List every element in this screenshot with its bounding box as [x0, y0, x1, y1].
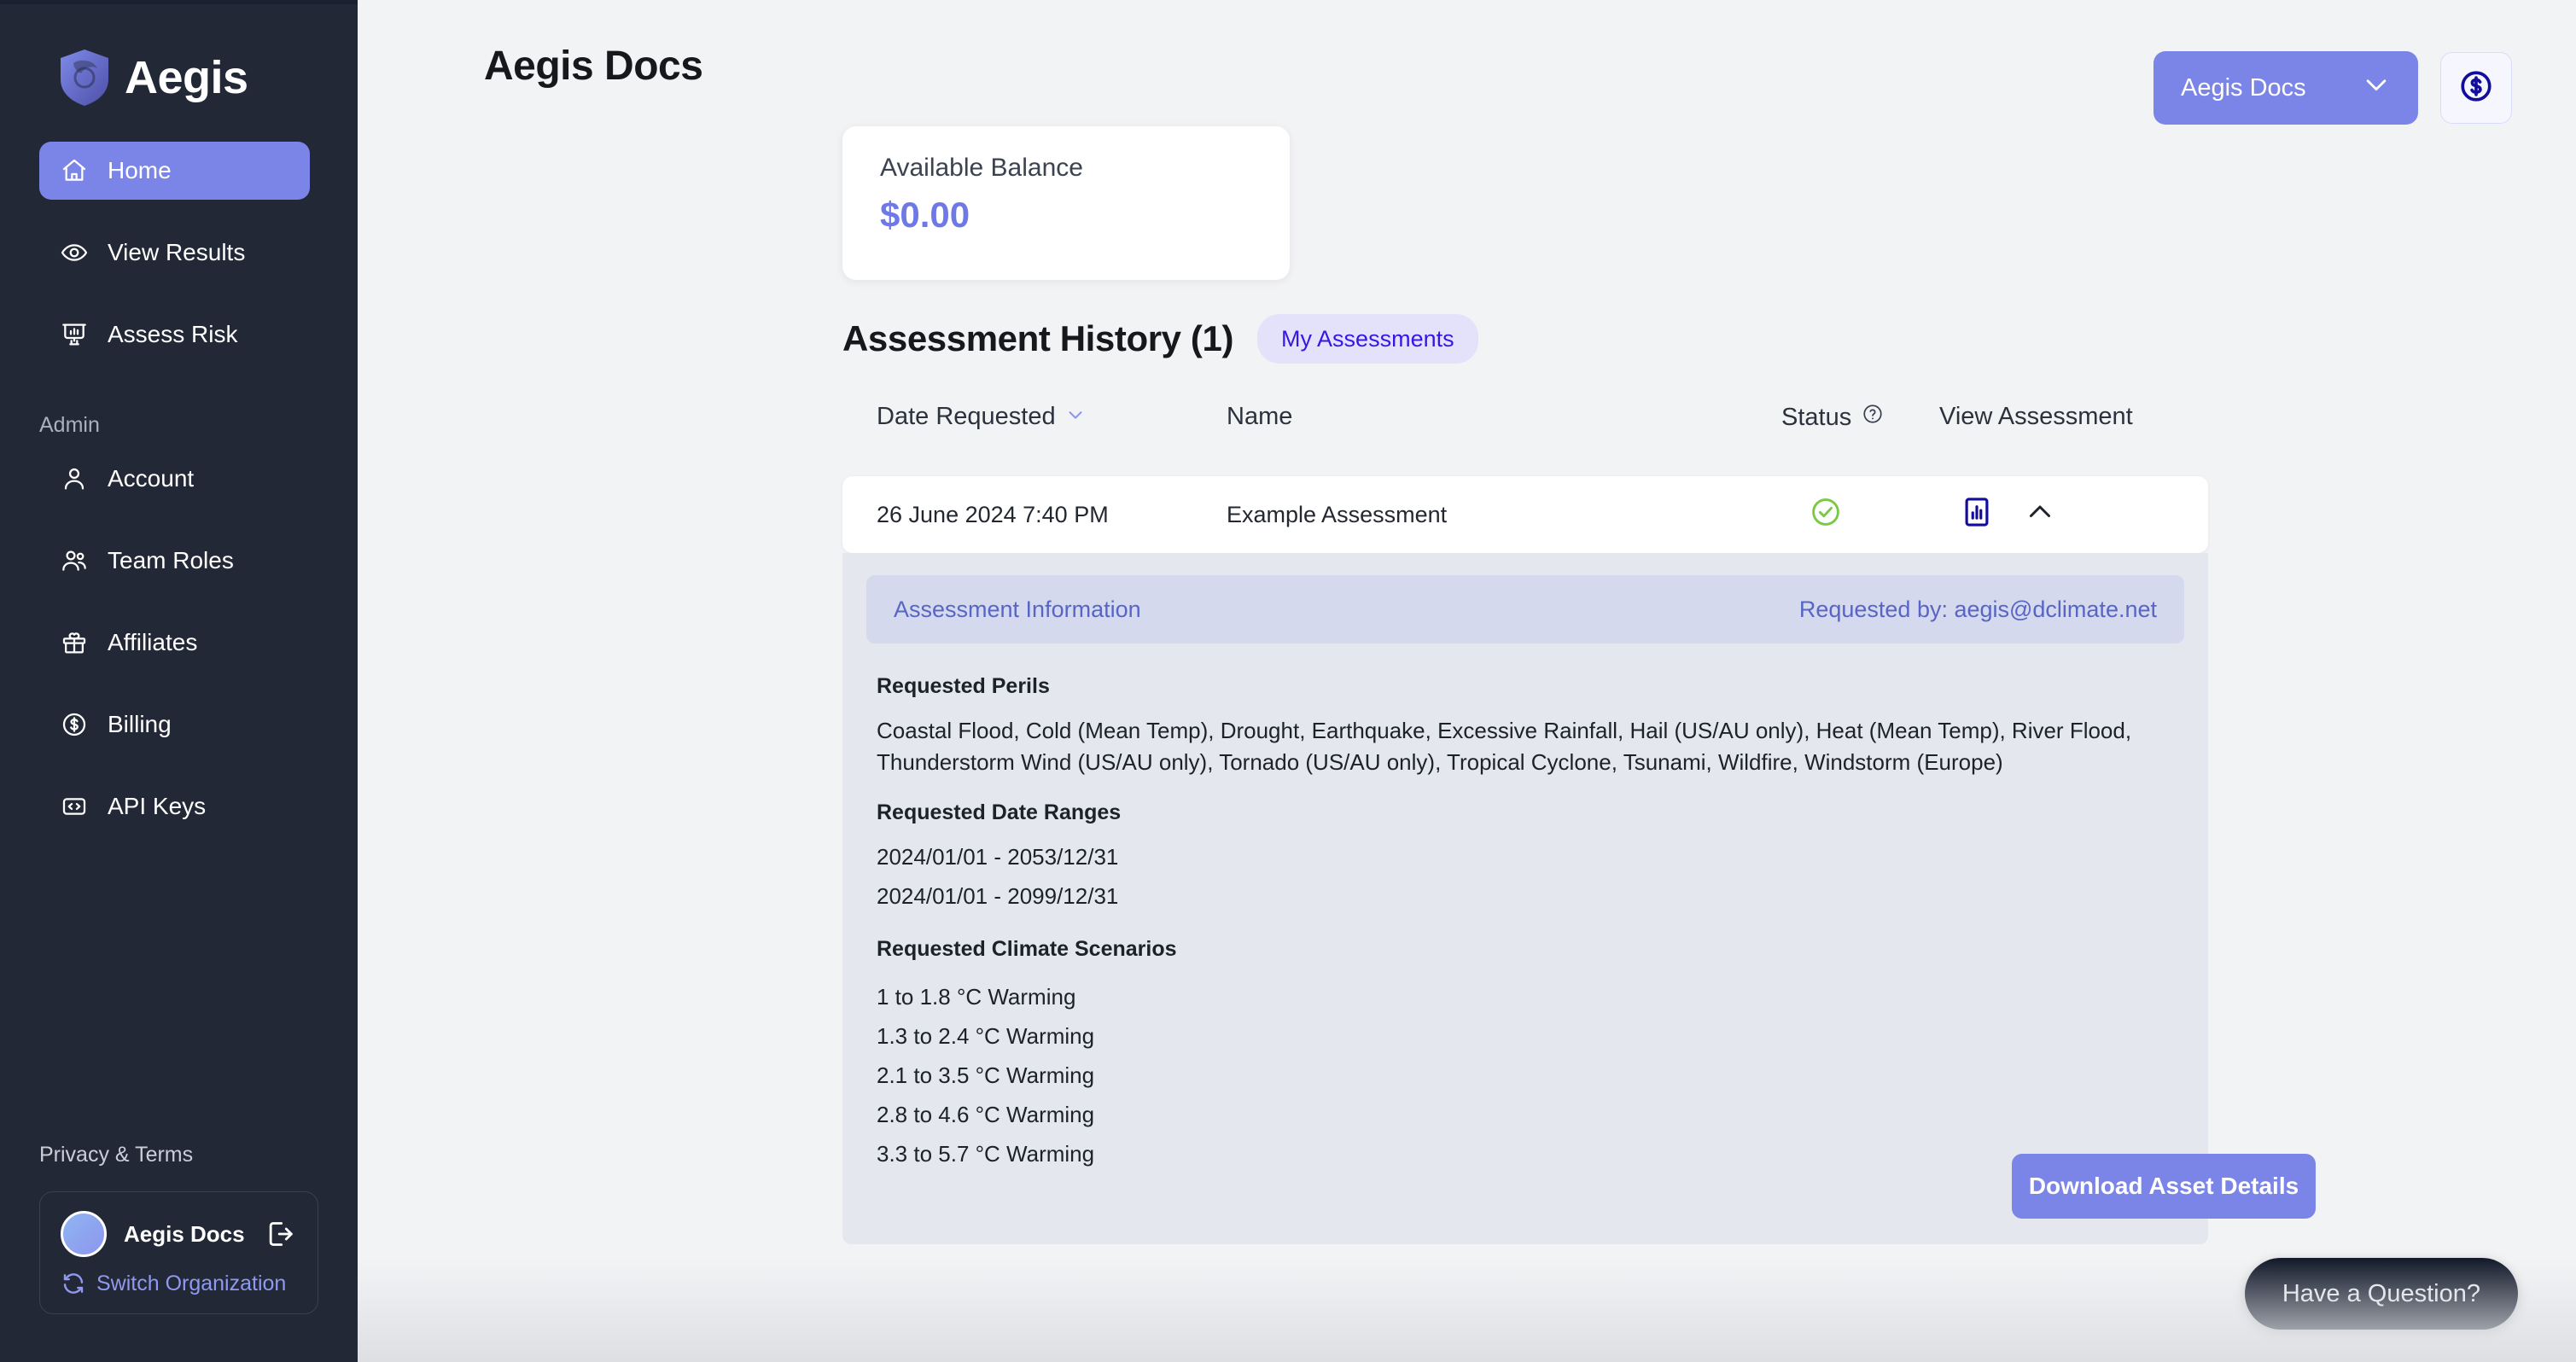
sidebar-nav-admin: Account Team Roles Affiliates Billing AP… — [0, 450, 358, 835]
brand-name: Aegis — [125, 52, 248, 103]
available-balance-value: $0.00 — [880, 195, 970, 235]
date-range-item: 2024/01/01 - 2099/12/31 — [877, 883, 1119, 909]
table-row[interactable]: 26 June 2024 7:40 PM Example Assessment — [842, 476, 2208, 553]
available-balance-card: Available Balance $0.00 — [842, 126, 1290, 280]
sidebar-item-label: Account — [108, 465, 195, 492]
scenario-item: 2.8 to 4.6 °C Warming — [877, 1102, 1095, 1127]
gift-icon — [60, 628, 89, 657]
organization-row: Aegis Docs — [61, 1211, 297, 1257]
question-circle-icon[interactable] — [1862, 403, 1884, 432]
refresh-icon — [61, 1271, 86, 1296]
assessment-table-header: Date Requested Name Status View Assessme… — [842, 403, 2208, 451]
status-badge — [1810, 476, 1842, 553]
requested-climate-scenarios-label: Requested Climate Scenarios — [877, 937, 1177, 961]
sidebar-item-label: API Keys — [108, 793, 207, 819]
billing-shortcut-button[interactable] — [2440, 52, 2512, 124]
column-label: View Assessment — [1939, 403, 2133, 430]
sidebar-item-label: Team Roles — [108, 547, 234, 573]
privacy-terms-link[interactable]: Privacy & Terms — [39, 1143, 358, 1167]
column-label: Name — [1227, 403, 1293, 430]
cell-date-requested: 26 June 2024 7:40 PM — [877, 501, 1109, 527]
sidebar-item-api-keys[interactable]: API Keys — [39, 777, 310, 835]
sidebar-top-strip — [0, 0, 358, 4]
scenario-item: 3.3 to 5.7 °C Warming — [877, 1141, 1095, 1167]
sidebar-item-label: Home — [108, 157, 172, 183]
requested-by-label: Requested by: aegis@dclimate.net — [1798, 596, 2157, 622]
sidebar-section-admin: Admin — [39, 413, 100, 437]
sidebar-nav-main: Home View Results Assess Risk — [0, 142, 358, 364]
main-content: Aegis Docs Aegis Docs Available Balance … — [358, 0, 2576, 1362]
users-icon — [60, 546, 89, 575]
column-label: Date Requested — [877, 403, 1056, 430]
sidebar-item-view-results[interactable]: View Results — [39, 224, 310, 282]
org-dropdown-label: Aegis Docs — [2181, 73, 2306, 102]
bottom-fade-overlay — [358, 1260, 2576, 1362]
chevron-down-icon — [1066, 403, 1085, 431]
home-icon — [60, 156, 89, 185]
brand: Aegis — [0, 0, 358, 119]
user-icon — [60, 464, 89, 493]
chevron-up-icon — [2025, 497, 2055, 533]
page-title: Aegis Docs — [484, 44, 703, 89]
cell-name: Example Assessment — [1227, 501, 1448, 527]
column-label: Status — [1781, 403, 1852, 431]
dollar-circle-icon — [2457, 67, 2495, 109]
sidebar-item-label: Affiliates — [108, 629, 198, 655]
sidebar-item-assess-risk[interactable]: Assess Risk — [39, 306, 310, 364]
chat-widget-button[interactable]: Have a Question? — [2244, 1258, 2518, 1330]
sidebar-item-label: Billing — [108, 711, 172, 737]
assessment-information-bar: Assessment Information Requested by: aeg… — [866, 575, 2184, 643]
sidebar-item-affiliates[interactable]: Affiliates — [39, 614, 310, 672]
organization-card: Aegis Docs Switch Organization — [39, 1191, 318, 1314]
sidebar-item-home[interactable]: Home — [39, 142, 310, 200]
avatar — [61, 1211, 107, 1257]
assessment-history-header: Assessment History (1) My Assessments — [842, 314, 1478, 364]
chevron-down-icon — [2362, 70, 2391, 106]
bar-chart-icon — [1961, 496, 1993, 534]
available-balance-label: Available Balance — [880, 154, 1083, 182]
code-brackets-icon — [60, 792, 89, 821]
sidebar-item-label: Assess Risk — [108, 321, 238, 347]
expand-collapse-row-button[interactable] — [2025, 476, 2055, 553]
column-header-name: Name — [1227, 403, 1292, 431]
requested-perils-text: Coastal Flood, Cold (Mean Temp), Drought… — [877, 718, 2132, 775]
requested-date-ranges-label: Requested Date Ranges — [877, 800, 1122, 824]
switch-organization-button[interactable]: Switch Organization — [61, 1271, 297, 1296]
scenario-item: 2.1 to 3.5 °C Warming — [877, 1062, 1095, 1088]
logout-icon[interactable] — [263, 1217, 297, 1251]
check-circle-icon — [1810, 496, 1842, 534]
sidebar-item-label: View Results — [108, 239, 246, 265]
aegis-shield-logo-icon — [58, 49, 111, 107]
scenario-item: 1 to 1.8 °C Warming — [877, 984, 1076, 1010]
dollar-circle-icon — [60, 710, 89, 739]
switch-organization-label: Switch Organization — [96, 1271, 287, 1295]
header-actions: Aegis Docs — [2153, 51, 2512, 125]
eye-icon — [60, 238, 89, 267]
assessment-history-title: Assessment History (1) — [842, 318, 1234, 358]
assessment-details-panel: Assessment Information Requested by: aeg… — [842, 553, 2316, 1244]
sidebar-item-account[interactable]: Account — [39, 450, 310, 508]
date-range-item: 2024/01/01 - 2053/12/31 — [877, 844, 1119, 870]
organization-name: Aegis Docs — [124, 1220, 245, 1247]
download-asset-details-button[interactable]: Download Asset Details — [2012, 1154, 2316, 1219]
requested-perils-label: Requested Perils — [877, 674, 1050, 698]
assessment-information-title: Assessment Information — [894, 596, 1141, 622]
my-assessments-pill[interactable]: My Assessments — [1257, 314, 1478, 364]
chat-widget-label: Have a Question? — [2282, 1279, 2480, 1307]
view-assessment-button[interactable] — [1961, 476, 1993, 553]
column-header-view-assessment: View Assessment — [1939, 403, 2133, 431]
sidebar-item-team-roles[interactable]: Team Roles — [39, 532, 310, 590]
sidebar: Aegis Home View Results Assess Risk Admi… — [0, 0, 358, 1362]
my-assessments-label: My Assessments — [1281, 325, 1454, 352]
presentation-chart-icon — [60, 320, 89, 349]
org-dropdown-button[interactable]: Aegis Docs — [2153, 51, 2418, 125]
column-header-status: Status — [1781, 403, 1884, 432]
sidebar-item-billing[interactable]: Billing — [39, 696, 310, 754]
column-header-date-requested[interactable]: Date Requested — [877, 403, 1085, 431]
scenario-item: 1.3 to 2.4 °C Warming — [877, 1023, 1095, 1049]
